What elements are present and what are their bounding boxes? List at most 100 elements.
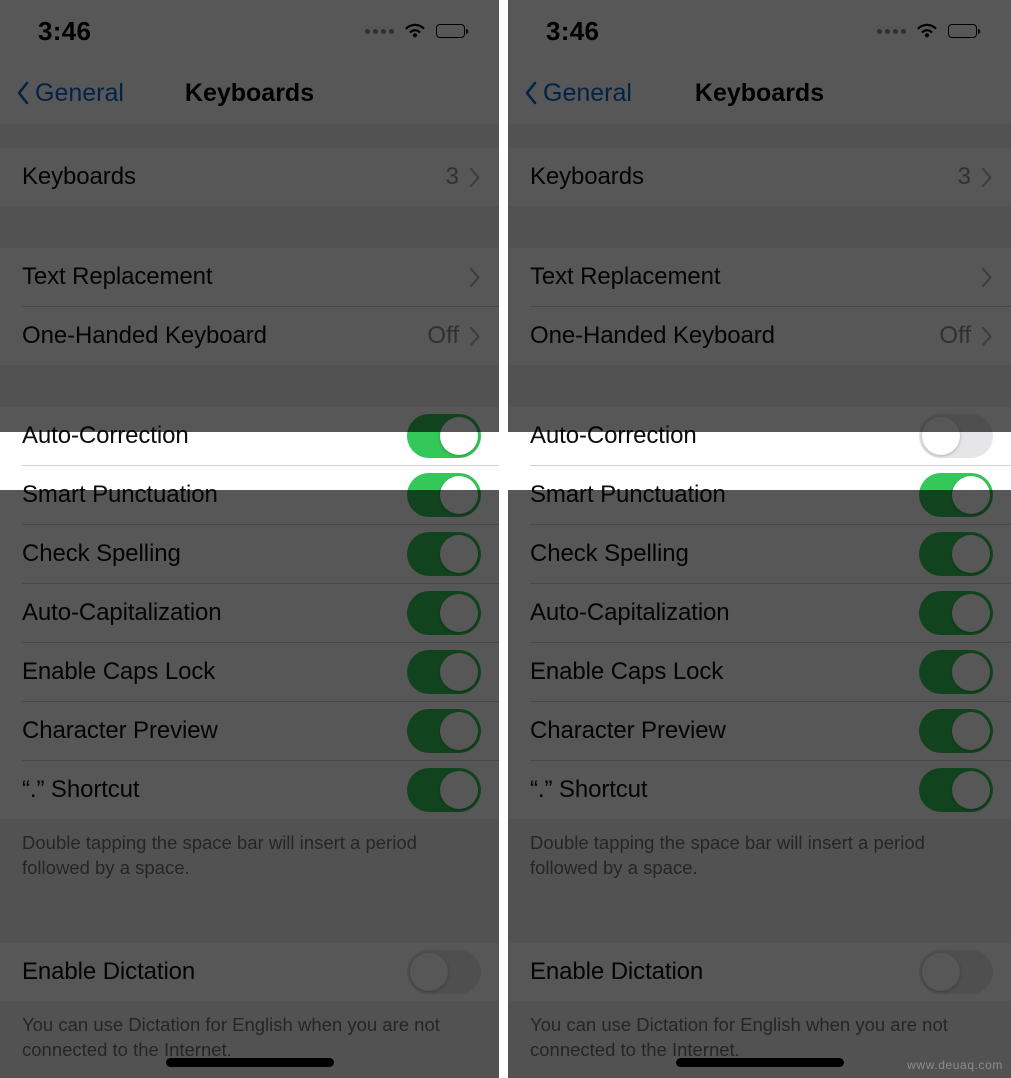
row-label: Enable Dictation bbox=[22, 957, 196, 985]
toggle-knob bbox=[952, 476, 990, 514]
toggle-knob bbox=[922, 952, 960, 991]
row-label: Keyboards bbox=[22, 163, 136, 190]
toggle-knob bbox=[410, 952, 448, 991]
list-row-shortcut[interactable]: “.” Shortcut bbox=[0, 761, 499, 819]
toggle-knob bbox=[952, 535, 990, 573]
row-trailing bbox=[407, 768, 481, 812]
row-label: Auto-Correction bbox=[22, 422, 189, 449]
status-bar-clock: 3:46 bbox=[38, 15, 92, 46]
list-row-keyboards[interactable]: Keyboards 3 bbox=[508, 148, 1011, 206]
list-row-enable-caps-lock[interactable]: Enable Caps Lock bbox=[508, 643, 1011, 701]
row-label: “.” Shortcut bbox=[530, 776, 648, 803]
list-row-auto-capitalization[interactable]: Auto-Capitalization bbox=[0, 584, 499, 642]
list-row-one-handed-keyboard[interactable]: One-Handed Keyboard Off bbox=[508, 307, 1011, 365]
toggle-switch-on[interactable] bbox=[919, 650, 993, 694]
toggle-knob bbox=[440, 653, 478, 691]
group-spacer bbox=[508, 896, 1011, 943]
list-row-check-spelling[interactable]: Check Spelling bbox=[0, 525, 499, 583]
home-indicator bbox=[675, 1058, 844, 1067]
signal-dots-icon bbox=[365, 28, 394, 34]
list-row-check-spelling[interactable]: Check Spelling bbox=[508, 525, 1011, 583]
toggle-knob bbox=[922, 417, 960, 455]
list-row-text-replacement[interactable]: Text Replacement bbox=[508, 248, 1011, 306]
toggle-switch-off[interactable] bbox=[407, 949, 481, 994]
row-value: 3 bbox=[445, 163, 459, 190]
list-group: Auto-Correction Smart Punctuation Check Sp… bbox=[508, 407, 1011, 819]
row-label: Check Spelling bbox=[22, 540, 181, 567]
row-trailing bbox=[919, 473, 993, 517]
list-row-character-preview[interactable]: Character Preview bbox=[0, 702, 499, 760]
group-spacer bbox=[0, 896, 499, 943]
group-footnote: Double tapping the space bar will insert… bbox=[0, 819, 499, 897]
toggle-switch-on[interactable] bbox=[407, 591, 481, 635]
list-row-shortcut[interactable]: “.” Shortcut bbox=[508, 761, 1011, 819]
toggle-knob bbox=[440, 594, 478, 632]
toggle-switch-on[interactable] bbox=[407, 473, 481, 517]
group-spacer bbox=[508, 124, 1011, 148]
status-bar: 3:46 bbox=[0, 0, 499, 62]
toggle-switch-on[interactable] bbox=[407, 414, 481, 458]
chevron-left-icon bbox=[17, 81, 29, 105]
list-row-enable-dictation[interactable]: Enable Dictation bbox=[0, 942, 499, 1001]
row-trailing bbox=[469, 267, 481, 288]
toggle-switch-on[interactable] bbox=[919, 709, 993, 753]
back-button[interactable]: General bbox=[524, 79, 632, 108]
row-trailing bbox=[407, 414, 481, 458]
row-trailing bbox=[919, 709, 993, 753]
row-trailing bbox=[919, 532, 993, 576]
toggle-switch-on[interactable] bbox=[407, 650, 481, 694]
back-button-label: General bbox=[35, 78, 124, 107]
toggle-switch-on[interactable] bbox=[407, 709, 481, 753]
row-trailing bbox=[407, 709, 481, 753]
list-row-smart-punctuation[interactable]: Smart Punctuation bbox=[508, 466, 1011, 524]
screen-content: 3:46 General Keyboards Keyboards 3 Text Repla… bbox=[508, 0, 1011, 1078]
toggle-switch-on[interactable] bbox=[919, 532, 993, 576]
list-row-keyboards[interactable]: Keyboards 3 bbox=[0, 148, 499, 206]
list-row-enable-dictation[interactable]: Enable Dictation bbox=[508, 942, 1011, 1001]
screenshot-root: 3:46 General Keyboards Keyboards 3 Text Repla… bbox=[0, 0, 1011, 1078]
back-button-label: General bbox=[543, 78, 632, 107]
list-row-character-preview[interactable]: Character Preview bbox=[508, 702, 1011, 760]
toggle-switch-off[interactable] bbox=[919, 949, 993, 994]
row-trailing bbox=[919, 414, 993, 458]
toggle-switch-on[interactable] bbox=[919, 768, 993, 812]
row-trailing bbox=[919, 650, 993, 694]
list-row-auto-correction[interactable]: Auto-Correction bbox=[0, 407, 499, 465]
list-row-auto-capitalization[interactable]: Auto-Capitalization bbox=[508, 584, 1011, 642]
group-spacer bbox=[508, 365, 1011, 407]
row-trailing bbox=[981, 267, 993, 288]
phone-screen-left: 3:46 General Keyboards Keyboards 3 Text Repla… bbox=[0, 0, 499, 1078]
row-trailing bbox=[919, 591, 993, 635]
list-row-smart-punctuation[interactable]: Smart Punctuation bbox=[0, 466, 499, 524]
status-bar-indicators bbox=[877, 22, 981, 40]
toggle-knob bbox=[952, 712, 990, 750]
wifi-icon bbox=[405, 23, 425, 38]
list-group: Text Replacement One-Handed Keyboard Off bbox=[0, 248, 499, 365]
list-row-text-replacement[interactable]: Text Replacement bbox=[0, 248, 499, 306]
row-value: 3 bbox=[957, 163, 971, 190]
row-label: Text Replacement bbox=[530, 263, 721, 290]
list-row-one-handed-keyboard[interactable]: One-Handed Keyboard Off bbox=[0, 307, 499, 365]
chevron-right-icon bbox=[981, 267, 992, 287]
row-trailing: 3 bbox=[958, 163, 993, 191]
list-row-auto-correction[interactable]: Auto-Correction bbox=[508, 407, 1011, 465]
battery-icon bbox=[436, 24, 469, 38]
toggle-switch-on[interactable] bbox=[407, 532, 481, 576]
toggle-switch-on[interactable] bbox=[919, 591, 993, 635]
row-label: Smart Punctuation bbox=[22, 481, 218, 508]
watermark: www.deuaq.com bbox=[907, 1058, 1003, 1072]
toggle-switch-on[interactable] bbox=[919, 473, 993, 517]
toggle-switch-on[interactable] bbox=[407, 768, 481, 812]
chevron-right-icon bbox=[469, 267, 480, 287]
toggle-switch-off[interactable] bbox=[919, 414, 993, 458]
row-label: “.” Shortcut bbox=[22, 776, 140, 803]
list-group: Enable Dictation bbox=[0, 942, 499, 1001]
back-button[interactable]: General bbox=[16, 79, 124, 108]
row-label: Enable Caps Lock bbox=[530, 658, 724, 685]
list-row-enable-caps-lock[interactable]: Enable Caps Lock bbox=[0, 643, 499, 701]
group-footnote: Double tapping the space bar will insert… bbox=[508, 819, 1011, 897]
toggle-knob bbox=[440, 535, 478, 573]
toggle-knob bbox=[440, 476, 478, 514]
row-label: Character Preview bbox=[22, 717, 218, 744]
list-group: Text Replacement One-Handed Keyboard Off bbox=[508, 248, 1011, 365]
